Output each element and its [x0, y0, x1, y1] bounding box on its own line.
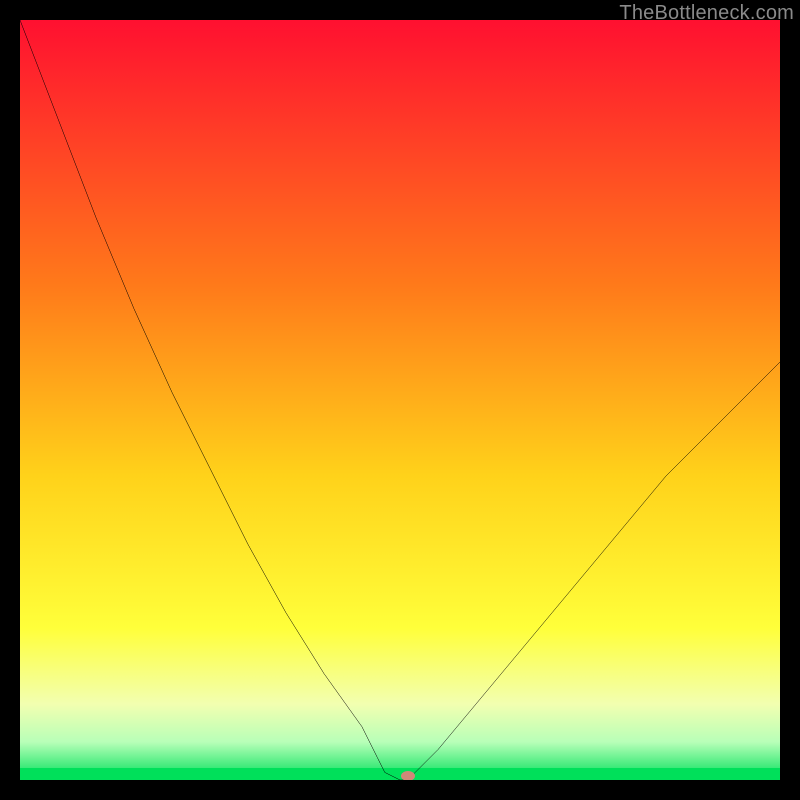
bottleneck-curve: [20, 20, 780, 780]
bottleneck-marker: [401, 771, 415, 780]
plot-area: [20, 20, 780, 780]
chart-frame: TheBottleneck.com: [0, 0, 800, 800]
